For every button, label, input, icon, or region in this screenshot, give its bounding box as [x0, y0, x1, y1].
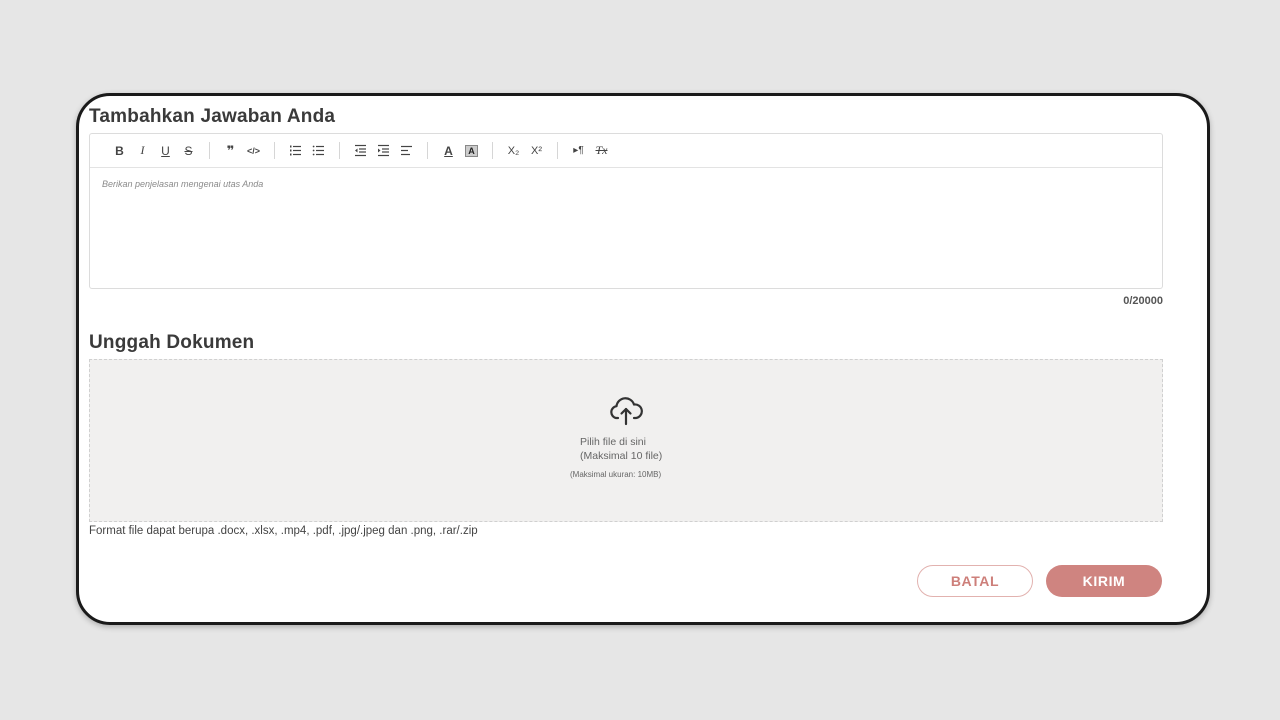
toolbar-group-color: A A	[437, 141, 483, 161]
answer-dialog: Tambahkan Jawaban Anda B I U S ❞ </> A A…	[76, 93, 1210, 625]
dropzone-instruction: Pilih file di sini	[580, 436, 646, 448]
editor-toolbar: B I U S ❞ </> A A X₂ X² ▸¶ Tx	[90, 134, 1162, 168]
code-icon[interactable]: </>	[242, 141, 265, 161]
ordered-list-icon[interactable]	[284, 141, 307, 161]
submit-button[interactable]: KIRIM	[1046, 565, 1162, 597]
toolbar-divider	[492, 142, 493, 159]
toolbar-group-script: X₂ X²	[502, 141, 548, 161]
toolbar-group-misc: ▸¶ Tx	[567, 141, 613, 161]
bullet-list-icon[interactable]	[307, 141, 330, 161]
background-color-icon[interactable]: A	[460, 141, 483, 161]
cancel-button[interactable]: BATAL	[917, 565, 1033, 597]
bold-icon[interactable]: B	[108, 141, 131, 161]
dropzone-file-limit: (Maksimal 10 file)	[580, 450, 663, 462]
quote-icon[interactable]: ❞	[219, 141, 242, 161]
file-format-note: Format file dapat berupa .docx, .xlsx, .…	[89, 525, 478, 537]
toolbar-group-blocks: ❞ </>	[219, 141, 265, 161]
toolbar-group-lists	[284, 141, 330, 161]
text-direction-icon[interactable]: ▸¶	[567, 141, 590, 161]
background-color-glyph: A	[465, 144, 478, 157]
toolbar-divider	[557, 142, 558, 159]
cloud-upload-icon	[610, 397, 643, 426]
font-color-icon[interactable]: A	[437, 141, 460, 161]
answer-section-title: Tambahkan Jawaban Anda	[89, 106, 336, 127]
strikethrough-icon[interactable]: S	[177, 141, 200, 161]
dropzone-size-limit: (Maksimal ukuran: 10MB)	[570, 470, 662, 479]
toolbar-group-indent	[349, 141, 418, 161]
align-left-icon[interactable]	[395, 141, 418, 161]
toolbar-divider	[209, 142, 210, 159]
toolbar-group-text-style: B I U S	[108, 141, 200, 161]
indent-icon[interactable]	[372, 141, 395, 161]
superscript-icon[interactable]: X²	[525, 141, 548, 161]
subscript-icon[interactable]: X₂	[502, 141, 525, 161]
editor-textarea[interactable]: Berikan penjelasan mengenai utas Anda	[90, 168, 1162, 288]
character-counter: 0/20000	[1123, 295, 1163, 307]
outdent-icon[interactable]	[349, 141, 372, 161]
toolbar-divider	[339, 142, 340, 159]
file-dropzone[interactable]: Pilih file di sini (Maksimal 10 file) (M…	[89, 359, 1163, 522]
underline-icon[interactable]: U	[154, 141, 177, 161]
clear-format-icon[interactable]: Tx	[590, 141, 613, 161]
toolbar-divider	[427, 142, 428, 159]
rich-text-editor[interactable]: B I U S ❞ </> A A X₂ X² ▸¶ Tx Berikan pe…	[89, 133, 1163, 289]
italic-icon[interactable]: I	[131, 141, 154, 161]
upload-section-title: Unggah Dokumen	[89, 332, 255, 353]
toolbar-divider	[274, 142, 275, 159]
